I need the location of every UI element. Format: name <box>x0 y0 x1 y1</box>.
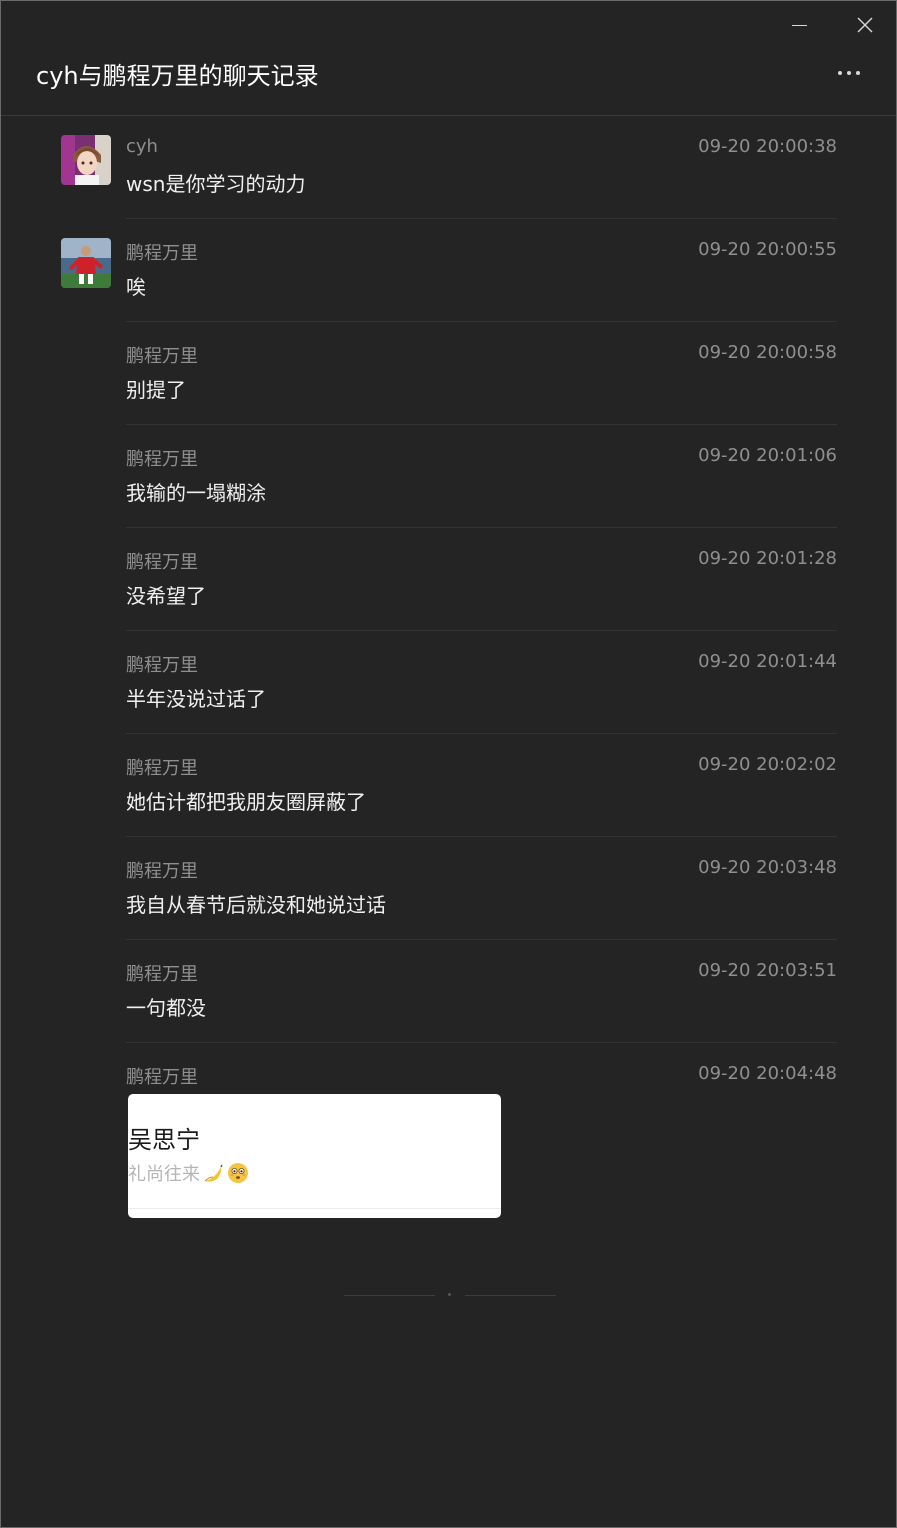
message-time: 09-20 20:00:38 <box>698 136 837 157</box>
message-time: 09-20 20:01:44 <box>698 651 837 672</box>
more-icon-dot <box>856 71 860 75</box>
message-time: 09-20 20:01:06 <box>698 445 837 466</box>
sender-name: 鹏程万里 <box>126 552 198 573</box>
message-text[interactable]: 她估计都把我朋友圈屏蔽了 <box>126 786 366 815</box>
message-item[interactable]: 鹏程万里 09-20 20:01:06 我输的一塌糊涂 <box>1 425 896 528</box>
message-time: 09-20 20:03:51 <box>698 960 837 981</box>
end-line-right <box>465 1295 556 1296</box>
close-icon <box>857 17 873 33</box>
message-time: 09-20 20:02:02 <box>698 754 837 775</box>
image-subtitle: 礼尚往来 <box>128 1160 250 1186</box>
message-item[interactable]: 鹏程万里 09-20 20:03:51 一句都没 <box>1 940 896 1043</box>
message-item[interactable]: 鹏程万里 09-20 20:01:44 半年没说过话了 <box>1 631 896 734</box>
sender-name: 鹏程万里 <box>126 243 198 264</box>
image-divider <box>128 1208 501 1209</box>
sender-name: cyh <box>126 136 158 157</box>
message-text[interactable]: 一句都没 <box>126 992 206 1021</box>
message-item[interactable]: 鹏程万里 09-20 20:01:28 没希望了 <box>1 528 896 631</box>
end-of-history-marker <box>344 1288 556 1304</box>
sender-name: 鹏程万里 <box>126 655 198 676</box>
message-item[interactable]: cyh 09-20 20:00:38 wsn是你学习的动力 <box>1 116 896 219</box>
sender-name: 鹏程万里 <box>126 861 198 882</box>
soccer-avatar-icon <box>61 238 111 288</box>
sender-name: 鹏程万里 <box>126 1067 198 1088</box>
image-contact-name: 吴思宁 <box>128 1126 200 1154</box>
message-text[interactable]: 唉 <box>126 271 146 300</box>
message-time: 09-20 20:01:28 <box>698 548 837 569</box>
sender-name: 鹏程万里 <box>126 758 198 779</box>
close-button[interactable] <box>845 9 885 41</box>
minimize-button[interactable] <box>779 9 819 41</box>
message-time: 09-20 20:00:58 <box>698 342 837 363</box>
flushed-face-emoji-icon <box>228 1163 248 1183</box>
message-time: 09-20 20:00:55 <box>698 239 837 260</box>
message-item[interactable]: 鹏程万里 09-20 20:00:55 唉 <box>1 219 896 322</box>
sender-name: 鹏程万里 <box>126 449 198 470</box>
message-text[interactable]: wsn是你学习的动力 <box>126 168 305 197</box>
title-bar: cyh与鹏程万里的聊天记录 <box>1 1 896 116</box>
avatar[interactable] <box>61 238 111 288</box>
banana-emoji-icon <box>204 1164 223 1182</box>
message-item[interactable]: 鹏程万里 09-20 20:02:02 她估计都把我朋友圈屏蔽了 <box>1 734 896 837</box>
end-line-left <box>344 1295 435 1296</box>
chat-history-window: cyh与鹏程万里的聊天记录 cyh 09-20 20:00:38 wsn是你学习… <box>0 0 897 1528</box>
message-text[interactable]: 半年没说过话了 <box>126 683 266 712</box>
image-message[interactable]: 吴思宁 礼尚往来 <box>128 1094 501 1218</box>
message-text[interactable]: 没希望了 <box>126 580 206 609</box>
end-dot <box>448 1293 451 1296</box>
minimize-icon <box>791 24 807 26</box>
avatar[interactable] <box>61 135 111 185</box>
message-item[interactable]: 鹏程万里 09-20 20:04:48 吴思宁 礼尚往来 <box>1 1043 896 1218</box>
anime-avatar-icon <box>61 135 111 185</box>
message-text[interactable]: 我输的一塌糊涂 <box>126 477 266 506</box>
message-time: 09-20 20:03:48 <box>698 857 837 878</box>
message-text[interactable]: 我自从春节后就没和她说过话 <box>126 889 386 918</box>
message-text[interactable]: 别提了 <box>126 374 186 403</box>
message-item[interactable]: 鹏程万里 09-20 20:00:58 别提了 <box>1 322 896 425</box>
message-list[interactable]: cyh 09-20 20:00:38 wsn是你学习的动力 鹏程万里 09-20… <box>1 116 896 1218</box>
sender-name: 鹏程万里 <box>126 346 198 367</box>
more-options-button[interactable] <box>827 59 871 87</box>
message-item[interactable]: 鹏程万里 09-20 20:03:48 我自从春节后就没和她说过话 <box>1 837 896 940</box>
sender-name: 鹏程万里 <box>126 964 198 985</box>
image-subtitle-text: 礼尚往来 <box>128 1164 200 1185</box>
message-time: 09-20 20:04:48 <box>698 1063 837 1084</box>
window-title: cyh与鹏程万里的聊天记录 <box>36 62 319 90</box>
more-icon-dot <box>847 71 851 75</box>
more-icon <box>838 71 842 75</box>
